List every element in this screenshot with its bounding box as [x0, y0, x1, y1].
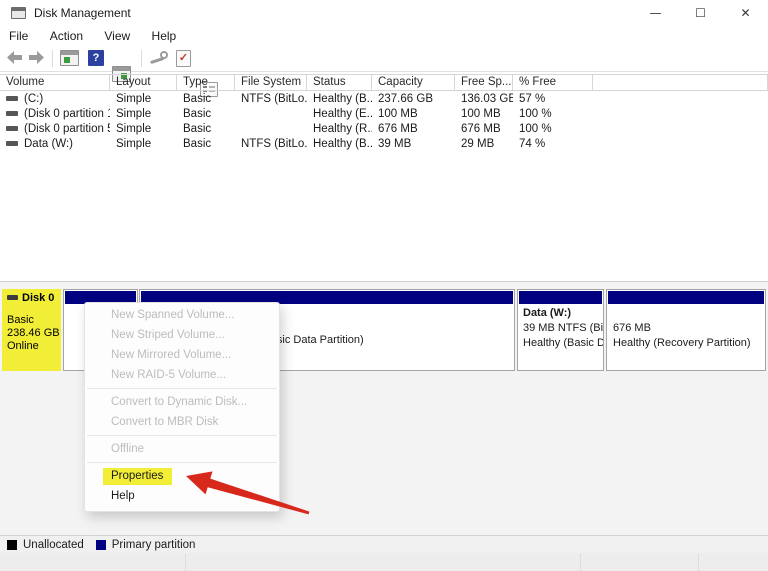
menu-separator: [87, 435, 277, 436]
partition-recovery-label: 676 MB Healthy (Recovery Partition): [613, 321, 751, 351]
menu-action[interactable]: Action: [41, 27, 92, 46]
console-window-icon[interactable]: [60, 50, 79, 66]
primary-partition-bar: [608, 291, 764, 304]
menu-item-offline: Offline: [85, 439, 279, 459]
minimize-button[interactable]: —: [633, 0, 678, 27]
disk0-panel[interactable]: Disk 0 Basic 238.46 GB Online: [2, 289, 61, 371]
close-button[interactable]: ✕: [723, 0, 768, 27]
column-header-pct-free[interactable]: % Free: [513, 75, 593, 90]
toolbar-separator: [141, 50, 142, 67]
partition-data-w[interactable]: Data (W:) 39 MB NTFS (Bitl Healthy (Basi…: [517, 289, 604, 371]
menu-item-new-raid5-volume: New RAID-5 Volume...: [85, 365, 279, 385]
disk-icon: [7, 295, 18, 300]
menu-file[interactable]: File: [0, 27, 37, 46]
disk-management-window: Disk Management — ☐ ✕ File Action View H…: [0, 0, 768, 553]
partition-data-label: Data (W:) 39 MB NTFS (Bitl Healthy (Basi…: [523, 306, 604, 351]
disk0-size: 238.46 GB: [7, 327, 61, 339]
primary-partition-swatch: [96, 540, 106, 550]
window-controls: — ☐ ✕: [633, 0, 768, 27]
desktop: Disk Management — ☐ ✕ File Action View H…: [0, 0, 768, 571]
column-header-volume[interactable]: Volume: [0, 75, 110, 90]
volume-table-header: Volume Layout Type File System Status Ca…: [0, 74, 768, 91]
legend-primary-partition-label: Primary partition: [112, 539, 196, 551]
table-row[interactable]: (Disk 0 partition 1) Simple Basic Health…: [0, 108, 768, 123]
menu-item-convert-to-mbr-disk: Convert to MBR Disk: [85, 412, 279, 432]
column-header-free-space[interactable]: Free Sp...: [455, 75, 513, 90]
menu-item-new-spanned-volume: New Spanned Volume...: [85, 305, 279, 325]
window-title: Disk Management: [34, 6, 131, 20]
menu-separator: [87, 462, 277, 463]
volume-icon: [6, 111, 18, 116]
column-header-layout[interactable]: Layout: [110, 75, 177, 90]
menu-bar: File Action View Help: [0, 27, 768, 46]
menu-help[interactable]: Help: [143, 27, 186, 46]
column-header-capacity[interactable]: Capacity: [372, 75, 455, 90]
table-row[interactable]: Data (W:) Simple Basic NTFS (BitLo... He…: [0, 138, 768, 153]
legend-bar: Unallocated Primary partition: [0, 535, 768, 553]
menu-item-convert-to-dynamic-disk: Convert to Dynamic Disk...: [85, 392, 279, 412]
table-row[interactable]: (C:) Simple Basic NTFS (BitLo... Healthy…: [0, 93, 768, 108]
menu-item-new-mirrored-volume: New Mirrored Volume...: [85, 345, 279, 365]
volume-icon: [6, 96, 18, 101]
back-arrow-icon[interactable]: [6, 50, 23, 65]
volume-icon: [6, 126, 18, 131]
column-header-status[interactable]: Status: [307, 75, 372, 90]
help-icon[interactable]: ?: [88, 50, 104, 66]
table-row[interactable]: (Disk 0 partition 5) Simple Basic Health…: [0, 123, 768, 138]
menu-separator: [87, 388, 277, 389]
menu-item-help[interactable]: Help: [85, 486, 279, 506]
menu-item-properties[interactable]: Properties: [85, 466, 279, 486]
toolbar: ? ✓: [0, 46, 768, 72]
forward-arrow-icon[interactable]: [28, 50, 45, 65]
disk0-type: Basic: [7, 314, 61, 326]
primary-partition-bar: [519, 291, 602, 304]
legend-unallocated-label: Unallocated: [23, 539, 84, 551]
disk-management-app-icon: [11, 7, 26, 19]
column-header-type[interactable]: Type: [177, 75, 235, 90]
maximize-button[interactable]: ☐: [678, 0, 723, 27]
menu-item-new-striped-volume: New Striped Volume...: [85, 325, 279, 345]
title-bar: Disk Management — ☐ ✕: [0, 0, 768, 27]
unallocated-swatch: [7, 540, 17, 550]
desktop-strip: [0, 554, 768, 571]
disk-context-menu: New Spanned Volume... New Striped Volume…: [84, 302, 280, 512]
checklist-icon[interactable]: ✓: [176, 50, 191, 67]
partition-recovery[interactable]: 676 MB Healthy (Recovery Partition): [606, 289, 766, 371]
column-header-empty: [593, 75, 768, 90]
menu-view[interactable]: View: [95, 27, 139, 46]
tools-icon[interactable]: [148, 50, 168, 66]
toolbar-separator: [52, 50, 53, 67]
volume-icon: [6, 141, 18, 146]
disk0-status: Online: [7, 340, 61, 352]
column-header-file-system[interactable]: File System: [235, 75, 307, 90]
